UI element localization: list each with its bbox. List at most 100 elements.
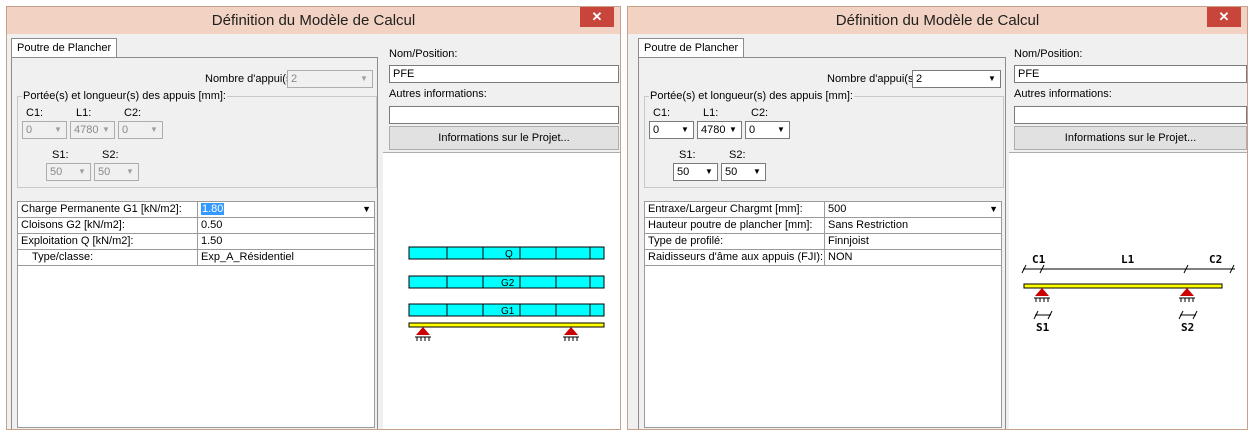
s1-label: S1: (52, 149, 69, 161)
support-left-icon (415, 327, 431, 341)
grid-row[interactable]: Cloisons G2 [kN/m2]: 0.50 (18, 218, 374, 234)
c2-select[interactable]: 0 ▼ (118, 121, 163, 139)
chevron-down-icon: ▼ (78, 167, 86, 176)
dimension-line-s2 (1178, 310, 1198, 320)
grid-value[interactable]: NON (825, 250, 1001, 266)
c1-value: 0 (653, 124, 660, 136)
c1-select[interactable]: 0 ▼ (22, 121, 67, 139)
chevron-down-icon: ▼ (102, 125, 110, 134)
l1-select[interactable]: 4780 ▼ (70, 121, 115, 139)
grid-value[interactable]: 0.50 (198, 218, 374, 234)
grid-label: Type/classe: (18, 250, 198, 266)
grid-value: 500 (828, 203, 847, 215)
nom-position-input[interactable]: PFE (389, 65, 619, 83)
span-diagram: C1 L1 C2 S1 S2 (1009, 152, 1247, 429)
grid-label: Charge Permanente G1 [kN/m2]: (18, 202, 198, 218)
s1-select[interactable]: 50 ▼ (673, 163, 718, 181)
dimension-line-s1 (1033, 310, 1053, 320)
grid-value-select[interactable]: 500 ▼ (825, 202, 1001, 218)
s1-select[interactable]: 50 ▼ (46, 163, 91, 181)
l1-select[interactable]: 4780 ▼ (697, 121, 742, 139)
load-bar-q: Q (408, 246, 605, 260)
nb-appuis-select[interactable]: 2 ▼ (912, 70, 1001, 88)
support-left-icon (1034, 288, 1050, 302)
c1-select[interactable]: 0 ▼ (649, 121, 694, 139)
autres-info-input[interactable] (1014, 106, 1247, 124)
grid-value[interactable]: 1.50 (198, 234, 374, 250)
chevron-down-icon: ▼ (988, 74, 996, 83)
s2-select[interactable]: 50 ▼ (721, 163, 766, 181)
autres-info-input[interactable] (389, 106, 619, 124)
load-diagram-svg: Q G2 G1 (408, 246, 605, 341)
l1-label: L1: (703, 107, 719, 119)
tab-label: Poutre de Plancher (17, 42, 112, 54)
grid-row[interactable]: Entraxe/Largeur Chargmt [mm]: 500 ▼ (645, 202, 1001, 218)
grid-row[interactable]: Type/classe: Exp_A_Résidentiel (18, 250, 374, 266)
l1-label: L1: (76, 107, 92, 119)
load-label-g2: G2 (501, 278, 515, 289)
s1-value: 50 (50, 166, 63, 178)
c2-label: C2: (751, 107, 769, 119)
grid-label: Entraxe/Largeur Chargmt [mm]: (645, 202, 825, 218)
grid-value[interactable]: Exp_A_Résidentiel (198, 250, 374, 266)
tab-panel: Nombre d'appui(s): 2 ▼ Portée(s) et long… (11, 57, 378, 429)
portees-label: Portée(s) et longueur(s) des appuis [mm]… (22, 90, 227, 102)
window-title: Définition du Modèle de Calcul (835, 12, 1040, 29)
grid-row[interactable]: Raidisseurs d'âme aux appuis (FJI): NON (645, 250, 1001, 266)
s2-select[interactable]: 50 ▼ (94, 163, 139, 181)
c2-select[interactable]: 0 ▼ (745, 121, 790, 139)
title-bar[interactable]: Définition du Modèle de Calcul ✕ (628, 7, 1247, 34)
grid-row[interactable]: Type de profilé: Finnjoist (645, 234, 1001, 250)
autres-info-label: Autres informations: (389, 88, 487, 100)
tab-poutre-de-plancher[interactable]: Poutre de Plancher (11, 38, 118, 58)
nom-position-input[interactable]: PFE (1014, 65, 1247, 83)
nb-appuis-select[interactable]: 2 ▼ (287, 70, 373, 88)
chevron-down-icon: ▼ (126, 167, 134, 176)
tab-poutre-de-plancher[interactable]: Poutre de Plancher (638, 38, 745, 58)
chevron-down-icon: ▼ (54, 125, 62, 134)
grid-value-select[interactable]: 1.80 ▼ (198, 202, 374, 218)
l1-value: 4780 (74, 124, 99, 136)
chevron-down-icon: ▼ (777, 125, 785, 134)
chevron-down-icon: ▼ (705, 167, 713, 176)
beam (408, 322, 605, 328)
dialog-left: Définition du Modèle de Calcul ✕ Poutre … (6, 6, 621, 430)
grid-row[interactable]: Charge Permanente G1 [kN/m2]: 1.80 ▼ (18, 202, 374, 218)
tab-label: Poutre de Plancher (644, 42, 739, 54)
autres-info-label: Autres informations: (1014, 88, 1112, 100)
dim-label-c2: C2 (1209, 253, 1222, 266)
grid-label: Type de profilé: (645, 234, 825, 250)
support-right-icon (563, 327, 579, 341)
chevron-down-icon: ▼ (729, 125, 737, 134)
tab-panel: Nombre d'appui(s): 2 ▼ Portée(s) et long… (638, 57, 1006, 429)
close-icon: ✕ (1218, 9, 1230, 24)
portees-label: Portée(s) et longueur(s) des appuis [mm]… (649, 90, 854, 102)
grid-row[interactable]: Hauteur poutre de plancher [mm]: Sans Re… (645, 218, 1001, 234)
s2-label: S2: (729, 149, 746, 161)
close-button[interactable]: ✕ (580, 7, 614, 27)
dialog-right: Définition du Modèle de Calcul ✕ Poutre … (627, 6, 1248, 430)
window-title: Définition du Modèle de Calcul (211, 12, 416, 29)
nb-appuis-label: Nombre d'appui(s): (827, 73, 921, 85)
load-label-q: Q (505, 249, 513, 260)
projet-info-button[interactable]: Informations sur le Projet... (389, 126, 619, 150)
c1-value: 0 (26, 124, 33, 136)
nb-appuis-label: Nombre d'appui(s): (205, 73, 299, 85)
c2-value: 0 (749, 124, 756, 136)
close-button[interactable]: ✕ (1207, 7, 1241, 27)
c2-label: C2: (124, 107, 142, 119)
grid-value[interactable]: Finnjoist (825, 234, 1001, 250)
s1-label: S1: (679, 149, 696, 161)
title-bar[interactable]: Définition du Modèle de Calcul ✕ (7, 7, 620, 34)
nb-appuis-value: 2 (291, 73, 298, 85)
grid-label: Hauteur poutre de plancher [mm]: (645, 218, 825, 234)
grid-row[interactable]: Exploitation Q [kN/m2]: 1.50 (18, 234, 374, 250)
property-grid: Charge Permanente G1 [kN/m2]: 1.80 ▼ Cloi… (17, 201, 375, 428)
grid-value[interactable]: Sans Restriction (825, 218, 1001, 234)
property-grid: Entraxe/Largeur Chargmt [mm]: 500 ▼ Haute… (644, 201, 1002, 428)
chevron-down-icon: ▼ (150, 125, 158, 134)
chevron-down-icon: ▼ (681, 125, 689, 134)
dim-label-s1: S1 (1036, 321, 1050, 334)
c1-label: C1: (653, 107, 671, 119)
projet-info-button[interactable]: Informations sur le Projet... (1014, 126, 1247, 150)
